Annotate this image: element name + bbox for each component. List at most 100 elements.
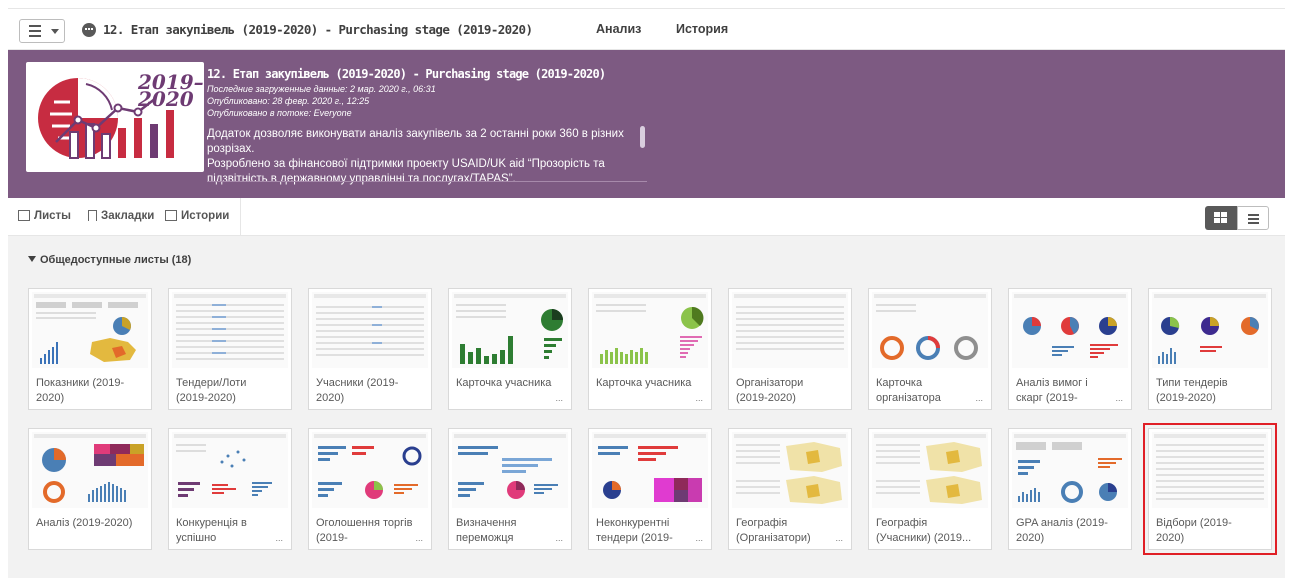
bookmark-icon: [88, 210, 97, 221]
sheet-card-ellipsis: ...: [695, 533, 703, 543]
sheet-card-label: GPA аналіз (2019-2020): [1016, 517, 1108, 544]
sheet-card-label: Відбори (2019-2020): [1156, 517, 1232, 544]
sheet-icon: [18, 210, 30, 221]
sheet-thumbnail: [732, 432, 848, 508]
sheet-card[interactable]: Конкуренція в успішно ...: [168, 428, 292, 550]
sheet-thumbnail: [592, 432, 708, 508]
stream-text: Опубликовано в потоке: Everyone: [207, 108, 352, 118]
sheet-card-label: Організатори (2019-2020): [736, 377, 804, 404]
sheet-card[interactable]: Карточка учасника ...: [448, 288, 572, 410]
sheet-card-ellipsis: ...: [835, 533, 843, 543]
app-logo-graphic: 2019– 2020: [38, 70, 204, 159]
tab-sheets-label: Листы: [34, 210, 71, 222]
sheet-thumbnail: [452, 292, 568, 368]
sheet-card[interactable]: Оголошення торгів (2019- ...: [308, 428, 432, 550]
sheet-card-label: Оголошення торгів (2019-: [316, 517, 413, 544]
public-sheets-title: Общедоступные листы (18): [40, 254, 192, 266]
tab-analysis[interactable]: Анализ: [596, 22, 641, 36]
sheet-card-ellipsis: ...: [555, 393, 563, 403]
sheet-card-ellipsis: ...: [975, 393, 983, 403]
thumbnail-graphic: [174, 434, 286, 497]
published-text: Опубликовано: 28 февр. 2020 г., 12:25: [207, 96, 370, 106]
sheet-card[interactable]: Неконкурентні тендери (2019- ...: [588, 428, 712, 550]
sheet-card-label: Аналіз вимог і скарг (2019-: [1016, 377, 1088, 404]
sheet-card-ellipsis: ...: [1115, 393, 1123, 403]
sheet-card-label: Карточка організатора: [876, 377, 941, 404]
sheet-card-label: Показники (2019-2020): [36, 377, 125, 404]
sheet-card-ellipsis: ...: [275, 533, 283, 543]
sheet-thumbnail: [312, 432, 428, 508]
sheet-card[interactable]: Типи тендерів (2019-2020): [1148, 288, 1272, 410]
sheet-thumbnail: [1152, 432, 1268, 508]
sheet-card-label: Карточка учасника: [596, 377, 692, 389]
collapse-caret-icon: [28, 256, 36, 262]
sheet-card-label: Учасники (2019-2020): [316, 377, 399, 404]
sheet-card[interactable]: GPA аналіз (2019-2020): [1008, 428, 1132, 550]
app-title: 12. Етап закупівель (2019-2020) - Purcha…: [103, 22, 533, 37]
list-view-button[interactable]: [1237, 206, 1269, 230]
sheets-panel: Общедоступные листы (18) Показники (2019…: [8, 236, 1285, 578]
sheet-card-label: Визначення переможця: [456, 517, 517, 544]
thumbnail-graphic: [1014, 294, 1126, 358]
sheet-card-ellipsis: ...: [695, 393, 703, 403]
sheet-card-selected[interactable]: Відбори (2019-2020): [1143, 423, 1277, 555]
description-scrollbar[interactable]: [640, 126, 645, 148]
sheet-thumbnail: [32, 432, 148, 508]
sheet-thumbnail: [1152, 292, 1268, 368]
sheet-card[interactable]: Карточка організатора ...: [868, 288, 992, 410]
sheet-thumbnail: [1012, 432, 1128, 508]
tabs-divider: [240, 198, 241, 236]
tab-sheets[interactable]: Листы: [18, 210, 71, 222]
sheet-card-label: Географія (Учасники) (2019...: [876, 517, 972, 544]
thumbnail-graphic: [314, 434, 426, 499]
sheet-thumbnail: [732, 292, 848, 368]
thumbnail-graphic: [1154, 294, 1266, 364]
story-icon: [165, 210, 177, 221]
thumbnail-graphic: [594, 294, 706, 364]
sheet-thumbnail: [32, 292, 148, 368]
description-divider: [207, 181, 647, 182]
sheet-card[interactable]: Організатори (2019-2020): [728, 288, 852, 410]
description-line-1: Додаток дозволяє виконувати аналіз закуп…: [207, 128, 624, 155]
sheet-thumbnail: [872, 432, 988, 508]
sheet-card-label: Тендери/Лоти (2019-2020): [176, 377, 247, 404]
tab-stories-label: Истории: [181, 210, 230, 222]
thumbnail-graphic: [734, 294, 846, 350]
sheet-card-ellipsis: ...: [415, 533, 423, 543]
sheet-card[interactable]: Показники (2019-2020): [28, 288, 152, 410]
sheet-card-ellipsis: ...: [555, 533, 563, 543]
sheet-card[interactable]: Визначення переможця ...: [448, 428, 572, 550]
sheet-card[interactable]: Тендери/Лоти (2019-2020): [168, 288, 292, 410]
sheet-card-label: Географія (Організатори): [736, 517, 811, 544]
thumbnail-graphic: [454, 434, 566, 499]
public-sheets-header[interactable]: Общедоступные листы (18): [28, 254, 191, 266]
sheet-thumbnail: [172, 432, 288, 508]
sheet-card[interactable]: Карточка учасника ...: [588, 288, 712, 410]
sheet-card-label: Конкуренція в успішно: [176, 517, 247, 544]
sheet-thumbnail: [312, 292, 428, 368]
chevron-down-icon: [51, 29, 59, 34]
app-description: Додаток дозволяє виконувати аналіз закуп…: [207, 127, 647, 187]
sheet-card[interactable]: Географія (Організатори) ...: [728, 428, 852, 550]
thumbnail-graphic: [314, 294, 426, 356]
sheet-card[interactable]: Географія (Учасники) (2019...: [868, 428, 992, 550]
thumbnail-graphic: [1014, 434, 1126, 503]
sheet-card[interactable]: Аналіз (2019-2020): [28, 428, 152, 550]
sheet-card[interactable]: Учасники (2019-2020): [308, 288, 432, 410]
thumbnail-graphic: [174, 294, 286, 360]
content-tabs-bar: Листы Закладки Истории: [8, 198, 1285, 236]
app-logo: 2019– 2020: [26, 62, 204, 172]
top-toolbar: 12. Етап закупівель (2019-2020) - Purcha…: [8, 8, 1285, 50]
thumbnail-graphic: [454, 294, 566, 364]
tab-stories[interactable]: Истории: [165, 210, 229, 222]
sheet-card[interactable]: Аналіз вимог і скарг (2019- ...: [1008, 288, 1132, 410]
thumbnail-graphic: [34, 294, 146, 364]
tab-history[interactable]: История: [676, 22, 728, 36]
grid-view-button[interactable]: [1205, 206, 1237, 230]
logo-year-bottom: 2020: [137, 87, 194, 111]
sheet-thumbnail: [452, 432, 568, 508]
app-icon: [82, 23, 96, 37]
navigation-menu-button[interactable]: [19, 19, 65, 43]
sheet-thumbnail: [1012, 292, 1128, 368]
tab-bookmarks[interactable]: Закладки: [88, 210, 154, 222]
